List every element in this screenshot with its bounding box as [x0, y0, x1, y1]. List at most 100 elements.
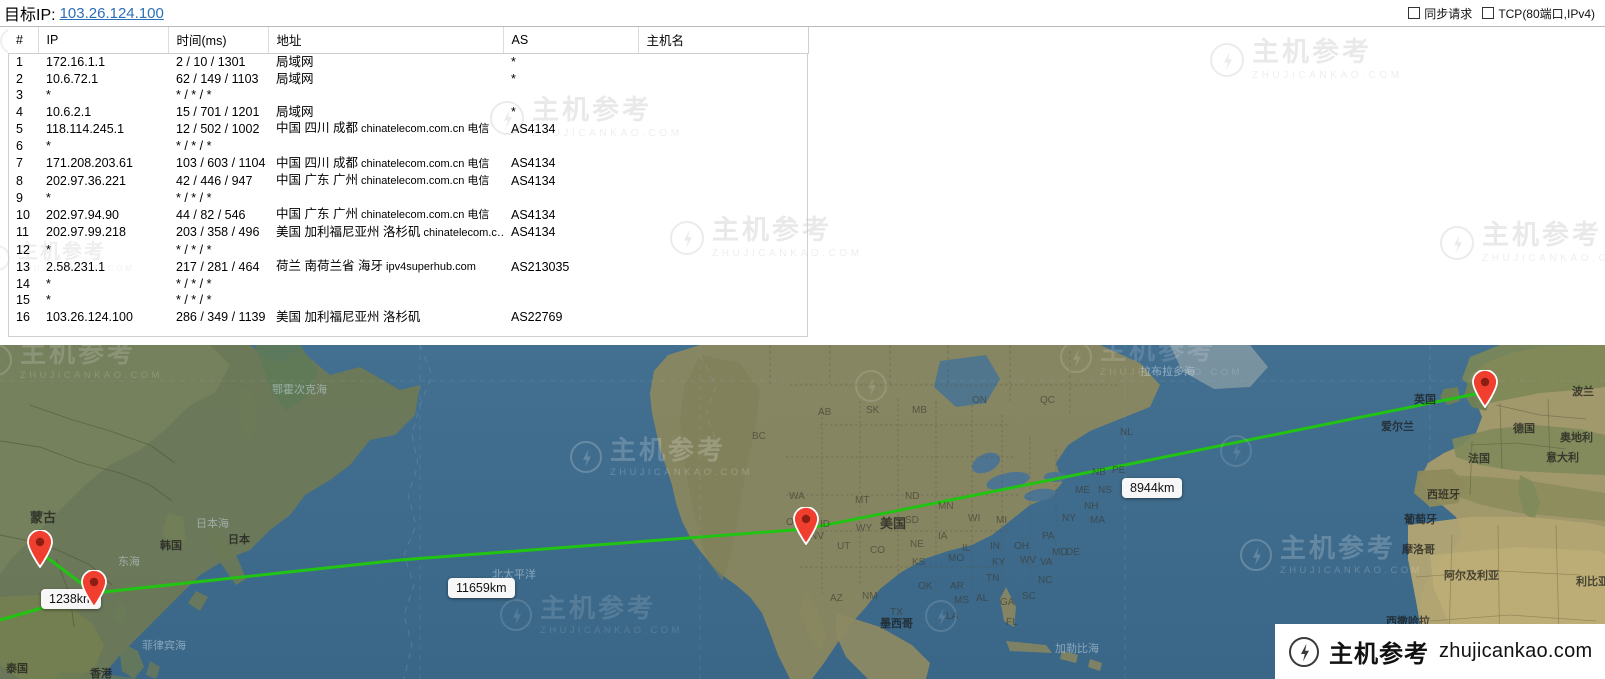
- watermark-en: ZHUJICANKAO.COM: [1482, 253, 1605, 264]
- tcp-port-checkbox[interactable]: TCP(80端口,IPv4): [1482, 5, 1595, 22]
- table-border-bottom: [8, 336, 808, 337]
- table-row[interactable]: 6 * * / * / *: [8, 138, 808, 155]
- map-pin-the-hague[interactable]: [1472, 370, 1498, 408]
- address-region: 中国 四川 成都: [276, 155, 358, 170]
- cell-n: 6: [16, 138, 23, 153]
- checkbox-box-icon[interactable]: [1408, 7, 1421, 19]
- cell-n: 4: [16, 104, 23, 119]
- cell-n: 1: [16, 55, 23, 69]
- cell-host: [638, 224, 808, 242]
- cell-time: 62 / 149 / 1103: [176, 71, 259, 86]
- cell-n: 16: [16, 309, 30, 324]
- table-row[interactable]: 13 2.58.231.1 217 / 281 / 464 荷兰 南荷兰省 海牙 ip…: [8, 258, 808, 276]
- cell-time: 42 / 446 / 947: [176, 173, 253, 188]
- cell-host: [638, 172, 808, 190]
- cell-ip: 2.58.231.1: [46, 259, 106, 274]
- table-row[interactable]: 14 * * / * / *: [8, 276, 808, 293]
- cell-host: [638, 276, 808, 293]
- cell-n: 9: [16, 190, 23, 205]
- cell-addr: 局域网: [268, 71, 503, 88]
- column-header-ip[interactable]: IP: [38, 27, 169, 54]
- cell-n: 10: [16, 207, 30, 222]
- cell-as: [503, 242, 638, 259]
- cell-host: [638, 104, 808, 121]
- brand-badge: 主机参考 zhujicankao.com: [1275, 624, 1605, 679]
- cell-ip: 172.16.1.1: [46, 55, 106, 69]
- cell-addr: [268, 87, 503, 104]
- watermark-cn: 主机参考: [1252, 37, 1372, 67]
- sync-request-checkbox[interactable]: 同步请求: [1408, 5, 1472, 22]
- table-row[interactable]: 9 * * / * / *: [8, 190, 808, 207]
- map-pin-los-angeles[interactable]: [793, 507, 819, 545]
- tcp-port-label: TCP(80端口,IPv4): [1498, 6, 1595, 21]
- address-domain: chinatelecom.com.cn 电信: [357, 123, 490, 136]
- cell-addr: 中国 四川 成都 chinatelecom.com.cn 电信: [268, 155, 503, 173]
- column-header-hostname[interactable]: 主机名: [638, 27, 809, 54]
- cell-ip: *: [46, 276, 51, 291]
- cell-as: *: [511, 55, 516, 69]
- cell-addr: [268, 190, 503, 207]
- distance-label-3: 8944km: [1122, 478, 1183, 498]
- table-row[interactable]: 5 118.114.245.1 12 / 502 / 1002 中国 四川 成都 ch…: [8, 120, 808, 138]
- cell-host: [638, 292, 808, 309]
- map-pin-guangzhou[interactable]: [81, 570, 107, 608]
- target-ip-label: 目标IP:: [4, 7, 56, 24]
- toolbar-options: 同步请求 TCP(80端口,IPv4): [1408, 5, 1599, 22]
- cell-ip: 202.97.99.218: [46, 225, 126, 240]
- cell-n: 11: [16, 225, 29, 240]
- cell-as: AS4134: [511, 225, 556, 240]
- watermark: 主机参考 ZHUJICANKAO.COM: [1440, 222, 1605, 264]
- cell-host: [638, 138, 808, 155]
- cell-n: 14: [16, 276, 30, 291]
- table-row[interactable]: 7 171.208.203.61 103 / 603 / 1104 中国 四川 成都 …: [8, 155, 808, 173]
- cell-n: 7: [16, 156, 23, 171]
- table-row[interactable]: 4 10.6.2.1 15 / 701 / 1201 局域网 *: [8, 104, 808, 121]
- cell-as: AS22769: [511, 309, 563, 324]
- cell-time: * / * / *: [176, 293, 212, 308]
- target-ip-link[interactable]: 103.26.124.100: [60, 5, 164, 22]
- cell-as: [503, 292, 638, 309]
- cell-host: [638, 155, 808, 173]
- cell-ip: *: [46, 88, 51, 103]
- distance-label-2: 11659km: [448, 578, 515, 598]
- address-region: 美国 加利福尼亚州 洛杉矶: [276, 224, 421, 239]
- cell-time: 12 / 502 / 1002: [176, 121, 260, 136]
- world-map[interactable]: For development purposes only For develo…: [0, 345, 1605, 679]
- table-row[interactable]: 12 * * / * / *: [8, 242, 808, 259]
- table-row[interactable]: 3 * * / * / *: [8, 87, 808, 104]
- brand-name-en: zhujicankao.com: [1439, 640, 1593, 662]
- table-row[interactable]: 1 172.16.1.1 2 / 10 / 1301 局域网 *: [8, 54, 808, 71]
- address-domain: chinatelecom.com.cn 电信: [357, 175, 490, 188]
- address-region: 局域网: [276, 71, 314, 86]
- address-region: 中国 四川 成都: [276, 121, 358, 136]
- sync-request-label: 同步请求: [1424, 6, 1473, 21]
- column-header-time[interactable]: 时间(ms): [168, 27, 269, 54]
- cell-ip: 202.97.36.221: [46, 173, 126, 188]
- address-region: 中国 广东 广州: [276, 173, 358, 188]
- cell-addr: [268, 138, 503, 155]
- column-header-as[interactable]: AS: [503, 27, 639, 54]
- address-region: 中国 广东 广州: [276, 207, 358, 222]
- checkbox-box-icon[interactable]: [1482, 7, 1495, 19]
- table-row[interactable]: 10 202.97.94.90 44 / 82 / 546 中国 广东 广州 chin…: [8, 206, 808, 224]
- cell-addr: [268, 242, 503, 259]
- cell-addr: 中国 广东 广州 chinatelecom.com.cn 电信: [268, 206, 503, 224]
- cell-time: 217 / 281 / 464: [176, 259, 260, 274]
- cell-as: AS4134: [511, 207, 556, 222]
- column-header-index[interactable]: #: [8, 27, 39, 54]
- cell-as: *: [511, 71, 516, 86]
- cell-time: * / * / *: [176, 138, 212, 153]
- table-row[interactable]: 15 * * / * / *: [8, 292, 808, 309]
- cell-as: *: [511, 104, 516, 119]
- table-row[interactable]: 2 10.6.72.1 62 / 149 / 1103 局域网 *: [8, 71, 808, 88]
- table-row[interactable]: 11 202.97.99.218 203 / 358 / 496 美国 加利福尼亚州 …: [8, 224, 808, 242]
- table-row[interactable]: 8 202.97.36.221 42 / 446 / 947 中国 广东 广州 chi…: [8, 172, 808, 190]
- cell-ip: 171.208.203.61: [46, 156, 133, 171]
- address-region: 局域网: [276, 104, 314, 119]
- cell-n: 13: [16, 259, 30, 274]
- table-row[interactable]: 16 103.26.124.100 286 / 349 / 1139 美国 加利福尼亚…: [8, 309, 808, 326]
- map-pin-chengdu[interactable]: [27, 530, 53, 568]
- column-header-address[interactable]: 地址: [268, 27, 504, 54]
- address-region: 荷兰 南荷兰省 海牙: [276, 259, 383, 274]
- cell-time: 15 / 701 / 1201: [176, 104, 260, 119]
